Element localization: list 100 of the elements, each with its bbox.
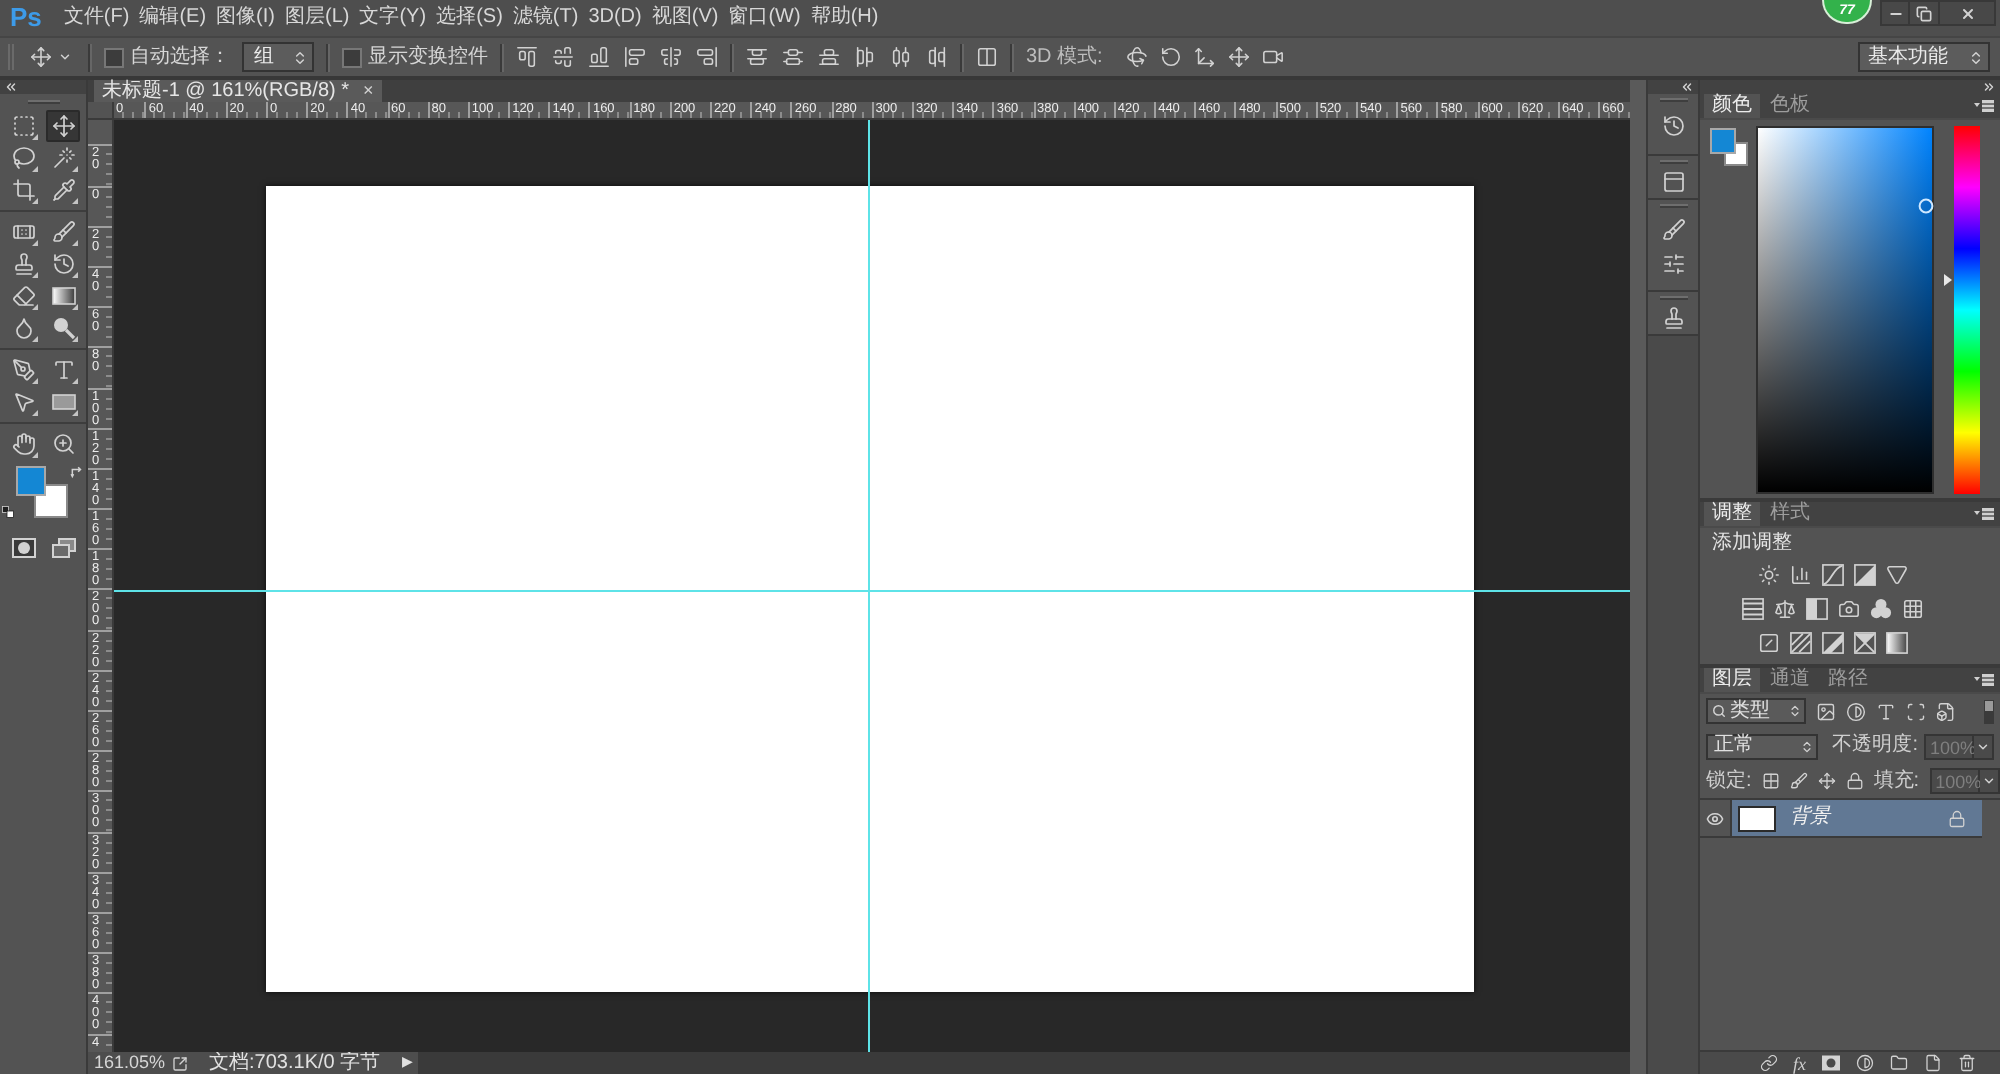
split-square-icon[interactable] — [1821, 632, 1843, 654]
slider-thumb[interactable] — [1944, 274, 1952, 287]
triangle-icon[interactable] — [1885, 564, 1907, 586]
panel-menu-icon[interactable] — [1974, 100, 1994, 112]
panel-menu-icon[interactable] — [1974, 674, 1994, 686]
filter-switch[interactable] — [1984, 699, 1994, 723]
video-camera-icon[interactable] — [1262, 46, 1285, 68]
menu-item[interactable]: 滤镜(T) — [508, 0, 583, 36]
align-right-icon[interactable] — [696, 46, 718, 68]
menu-item[interactable]: 文件(F) — [59, 0, 134, 36]
bar-chart-icon[interactable] — [1789, 564, 1811, 586]
align-bottom-icon[interactable] — [588, 46, 610, 68]
cross-arrows-icon[interactable] — [1817, 772, 1836, 790]
effects-button[interactable]: fx — [1793, 1053, 1806, 1073]
move-3d-icon[interactable] — [1194, 46, 1217, 68]
sun-icon[interactable] — [1757, 564, 1779, 586]
restore-button[interactable] — [1910, 0, 1940, 26]
diagonal-square-icon[interactable] — [1853, 564, 1875, 586]
masked-square-icon[interactable] — [1822, 1054, 1840, 1072]
menu-item[interactable]: 文字(Y) — [355, 0, 431, 36]
sliders-icon[interactable] — [1661, 252, 1685, 276]
slider-popup-button[interactable] — [1974, 733, 1994, 759]
color-swatches[interactable] — [1710, 128, 1748, 168]
menu-item[interactable]: 窗口(W) — [724, 0, 805, 36]
menu-item[interactable]: 编辑(E) — [135, 0, 211, 36]
columns-icon[interactable] — [976, 46, 998, 68]
letter-t-icon[interactable] — [1876, 701, 1896, 721]
circle-arrow-icon[interactable] — [1160, 46, 1183, 68]
distribute-middle-icon[interactable] — [782, 46, 804, 68]
align-middle-icon[interactable] — [552, 46, 574, 68]
align-center-icon[interactable] — [660, 46, 682, 68]
three-circles-icon[interactable] — [1869, 598, 1891, 620]
half-circle-icon[interactable] — [1856, 1054, 1874, 1072]
striped-square-icon[interactable] — [1741, 598, 1763, 620]
checkbox[interactable] — [104, 47, 124, 67]
swap-arrows-icon[interactable] — [69, 466, 83, 480]
layer-filter-dropdown[interactable]: 类型 — [1706, 698, 1806, 724]
history-icon[interactable] — [1661, 114, 1685, 138]
minimize-button[interactable] — [1880, 0, 1910, 26]
auto-select-dropdown[interactable]: 组 — [242, 42, 314, 72]
hue-slider[interactable] — [1944, 126, 1980, 494]
hatched-square-icon[interactable] — [1789, 632, 1811, 654]
panel-menu-icon[interactable] — [1974, 508, 1994, 520]
hourglass-square-icon[interactable] — [1853, 632, 1875, 654]
gradient-square-icon[interactable] — [1885, 632, 1907, 654]
grid-icon[interactable] — [1761, 772, 1780, 790]
panel-tab[interactable]: 调整 — [1704, 502, 1760, 526]
panel-tab[interactable]: 图层 — [1704, 668, 1760, 692]
tool-button[interactable] — [46, 110, 80, 142]
document-tab[interactable]: 未标题-1 @ 161%(RGB/8) * × — [94, 80, 382, 102]
menu-item[interactable]: 3D(D) — [584, 0, 646, 36]
cross-arrows-icon[interactable] — [1228, 46, 1251, 68]
panel-tab[interactable]: 颜色 — [1704, 94, 1760, 118]
double-chevron-icon[interactable] — [1680, 80, 1694, 94]
brush-icon[interactable] — [1789, 772, 1808, 790]
distribute-center-icon[interactable] — [890, 46, 912, 68]
align-top-icon[interactable] — [516, 46, 538, 68]
folder-icon[interactable] — [1890, 1054, 1908, 1072]
link-icon[interactable] — [1759, 1054, 1777, 1072]
curve-square-icon[interactable] — [1821, 564, 1843, 586]
workspace-dropdown[interactable]: 基本功能 — [1858, 42, 1990, 72]
stacked-windows-icon[interactable] — [51, 538, 75, 558]
blend-mode-dropdown[interactable]: 正常 — [1706, 733, 1818, 759]
lock-icon[interactable] — [1845, 772, 1864, 790]
half-circle-icon[interactable] — [1846, 701, 1866, 721]
page-icon[interactable] — [1924, 1054, 1942, 1072]
rotate-3d-icon[interactable] — [1126, 46, 1149, 68]
slider-popup-button[interactable] — [1979, 768, 2000, 794]
menu-item[interactable]: 图像(I) — [212, 0, 279, 36]
file-box-icon[interactable] — [1936, 701, 1956, 721]
picker-ring[interactable] — [1918, 198, 1934, 214]
stamp-icon[interactable] — [1661, 306, 1685, 330]
align-left-icon[interactable] — [624, 46, 646, 68]
distribute-right-icon[interactable] — [926, 46, 948, 68]
masked-square-icon[interactable] — [11, 538, 35, 558]
half-square-icon[interactable] — [1805, 598, 1827, 620]
slashed-square-icon[interactable] — [1757, 632, 1779, 654]
distribute-left-icon[interactable] — [854, 46, 876, 68]
close-button[interactable] — [1940, 0, 1996, 26]
mini-squares-icon[interactable] — [1, 506, 13, 518]
menu-item[interactable]: 选择(S) — [432, 0, 507, 36]
grid-icon[interactable] — [1901, 598, 1923, 620]
color-swatches[interactable] — [15, 466, 67, 518]
distribute-top-icon[interactable] — [746, 46, 768, 68]
corners-icon[interactable] — [1906, 701, 1926, 721]
menu-item[interactable]: 帮助(H) — [806, 0, 883, 36]
menu-item[interactable]: 图层(L) — [280, 0, 354, 36]
menu-item[interactable]: 视图(V) — [647, 0, 723, 36]
double-chevron-icon[interactable] — [1982, 80, 1996, 94]
distribute-bottom-icon[interactable] — [818, 46, 840, 68]
color-field[interactable] — [1756, 126, 1934, 494]
double-chevron-icon[interactable] — [4, 80, 18, 94]
tab-close-button[interactable]: × — [363, 80, 374, 102]
image-icon[interactable] — [1816, 701, 1836, 721]
layer-row[interactable]: 背景 — [1732, 800, 1982, 836]
arrow-out-square-icon[interactable] — [171, 1055, 188, 1071]
checkbox[interactable] — [342, 47, 362, 67]
camera-icon[interactable] — [1837, 598, 1859, 620]
zoom-level-field[interactable]: 161.05% — [94, 1052, 166, 1074]
trash-icon[interactable] — [1958, 1054, 1976, 1072]
